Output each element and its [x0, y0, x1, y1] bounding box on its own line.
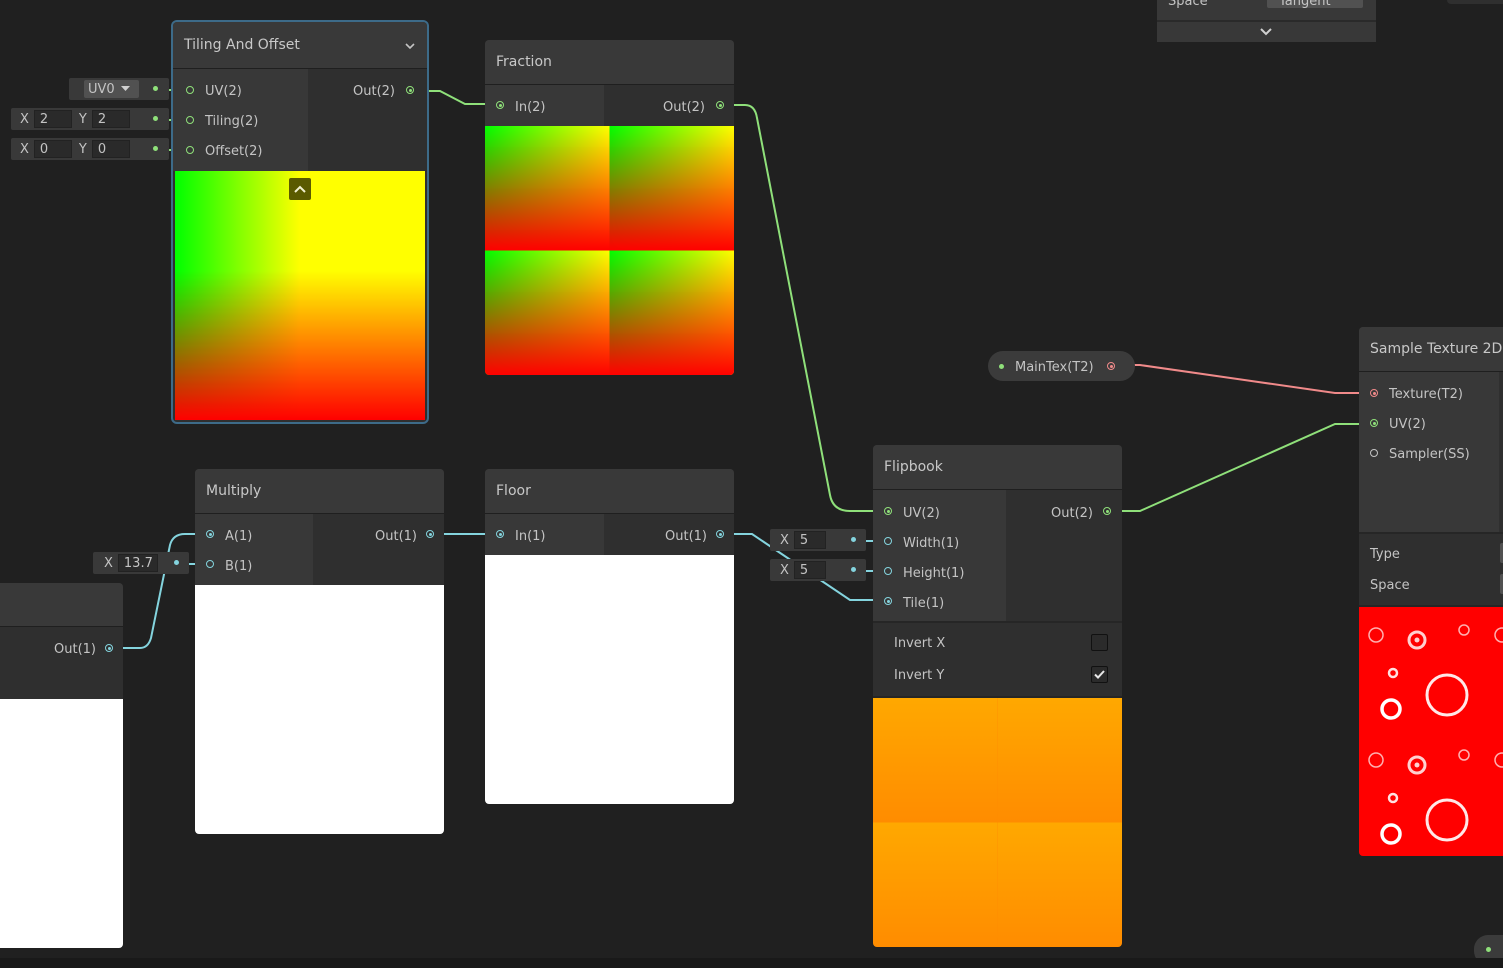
space-label: Space: [1168, 0, 1208, 9]
tiling-y-input[interactable]: 2: [91, 110, 130, 128]
type-label: Type: [1370, 547, 1400, 562]
wire-fraction-flipbook: [720, 104, 888, 512]
height-port[interactable]: [884, 567, 892, 575]
checkmark-icon: [1094, 670, 1105, 679]
width-port[interactable]: [884, 537, 892, 545]
node-title: Sample Texture 2D: [1370, 341, 1503, 357]
node-title: Tiling And Offset: [184, 37, 300, 53]
invert-y-label: Invert Y: [894, 668, 945, 683]
width-input[interactable]: 5: [793, 531, 826, 549]
port-label-in: In(2): [515, 100, 546, 115]
out-port[interactable]: [426, 530, 434, 538]
node-title: Fraction: [496, 54, 552, 70]
out-port[interactable]: [716, 101, 724, 109]
preview-image: [1359, 607, 1503, 856]
port-label-texture: Texture(T2): [1389, 387, 1463, 402]
chevron-down-icon[interactable]: [1260, 28, 1272, 36]
port-label-uv: UV(2): [1389, 417, 1426, 432]
a-port[interactable]: [206, 530, 214, 538]
port-label-out: Out(1): [54, 642, 96, 657]
in-port[interactable]: [496, 101, 504, 109]
port-label-out: Out(2): [663, 100, 705, 115]
port-label-b: B(1): [225, 559, 253, 574]
tiling-and-offset-node[interactable]: Tiling And Offset UV(2) Tiling(2) Offset…: [173, 22, 427, 422]
in-port[interactable]: [496, 530, 504, 538]
node-edge-fragment: [1447, 0, 1503, 4]
port-label-a: A(1): [225, 529, 253, 544]
port-label-out: Out(2): [353, 84, 395, 99]
multiply-node[interactable]: Multiply A(1) B(1) Out(1): [195, 469, 444, 834]
port-label-tile: Tile(1): [903, 596, 945, 611]
sampler-port[interactable]: [1370, 449, 1378, 457]
invert-y-checkbox[interactable]: [1091, 666, 1108, 683]
preview-image: [485, 126, 734, 375]
flipbook-node[interactable]: Flipbook UV(2) Width(1) Height(1) Tile(1…: [873, 445, 1122, 947]
multiply-b-input[interactable]: 13.7: [117, 554, 158, 572]
flipbook-width-field[interactable]: X 5: [770, 529, 866, 551]
uv-port[interactable]: [884, 507, 892, 515]
preview-image: [485, 555, 734, 804]
bottom-bar: [0, 958, 1503, 968]
offset-vector-field[interactable]: X 0 Y 0: [11, 138, 169, 160]
port-label-uv: UV(2): [903, 506, 940, 521]
chevron-up-icon: [294, 185, 306, 193]
port-label-width: Width(1): [903, 536, 960, 551]
floor-node[interactable]: Floor In(1) Out(1): [485, 469, 734, 804]
port-label-out: Out(1): [375, 529, 417, 544]
tiling-port[interactable]: [186, 116, 194, 124]
port-label-tiling: Tiling(2): [205, 114, 259, 129]
space-dropdown[interactable]: Tangent: [1267, 0, 1363, 9]
uv-channel-dropdown[interactable]: UV0: [69, 78, 169, 100]
port-label-sampler: Sampler(SS): [1389, 447, 1470, 462]
fraction-node[interactable]: Fraction In(2) Out(2): [485, 40, 734, 375]
tiling-x-input[interactable]: 2: [33, 110, 72, 128]
port-label-offset: Offset(2): [205, 144, 263, 159]
node-title: Floor: [496, 483, 531, 499]
height-input[interactable]: 5: [793, 561, 826, 579]
texture-out-port[interactable]: [1107, 362, 1115, 370]
flipbook-height-field[interactable]: X 5: [770, 559, 866, 581]
texture-port[interactable]: [1370, 389, 1378, 397]
out-port[interactable]: [716, 530, 724, 538]
space-label: Space: [1370, 578, 1410, 593]
node-title: Flipbook: [884, 459, 943, 475]
out-port[interactable]: [1103, 507, 1111, 515]
invert-x-label: Invert X: [894, 636, 946, 651]
port-label-uv: UV(2): [205, 84, 242, 99]
offset-x-input[interactable]: 0: [33, 140, 72, 158]
property-label: MainTex(T2): [1015, 360, 1094, 375]
port-label-height: Height(1): [903, 566, 965, 581]
multiply-b-field[interactable]: X 13.7: [93, 552, 189, 574]
out-port[interactable]: [105, 644, 113, 652]
port-label-out: Out(1): [665, 529, 707, 544]
preview-image: [0, 699, 123, 948]
collapse-chevron-icon[interactable]: [405, 43, 415, 50]
tile-port[interactable]: [884, 597, 892, 605]
b-port[interactable]: [206, 560, 214, 568]
uv-port[interactable]: [1370, 419, 1378, 427]
offset-port[interactable]: [186, 146, 194, 154]
dropdown-arrow-icon: [120, 86, 130, 91]
port-label-out: Out(2): [1051, 506, 1093, 521]
uv-port[interactable]: [186, 86, 194, 94]
invert-x-checkbox[interactable]: [1091, 634, 1108, 651]
tiling-vector-field[interactable]: X 2 Y 2: [11, 108, 169, 130]
uv-channel-value: UV0: [88, 81, 115, 97]
offset-y-input[interactable]: 0: [91, 140, 130, 158]
sample-texture-2d-node[interactable]: Sample Texture 2D Texture(T2) UV(2) Samp…: [1359, 327, 1503, 856]
top-settings-panel: Space Tangent: [1157, 0, 1376, 42]
preview-image: [195, 585, 444, 834]
maintex-property-node[interactable]: MainTex(T2): [988, 351, 1135, 381]
preview-image: [175, 171, 425, 420]
node-title: Multiply: [206, 483, 262, 499]
out-port[interactable]: [406, 86, 414, 94]
collapse-preview-button[interactable]: [289, 178, 311, 200]
port-label-in: In(1): [515, 529, 546, 544]
wire-flipbook-sample: [1107, 423, 1375, 512]
wire-maintex-sample: [1112, 364, 1375, 394]
left-partial-node[interactable]: Out(1): [0, 583, 123, 948]
